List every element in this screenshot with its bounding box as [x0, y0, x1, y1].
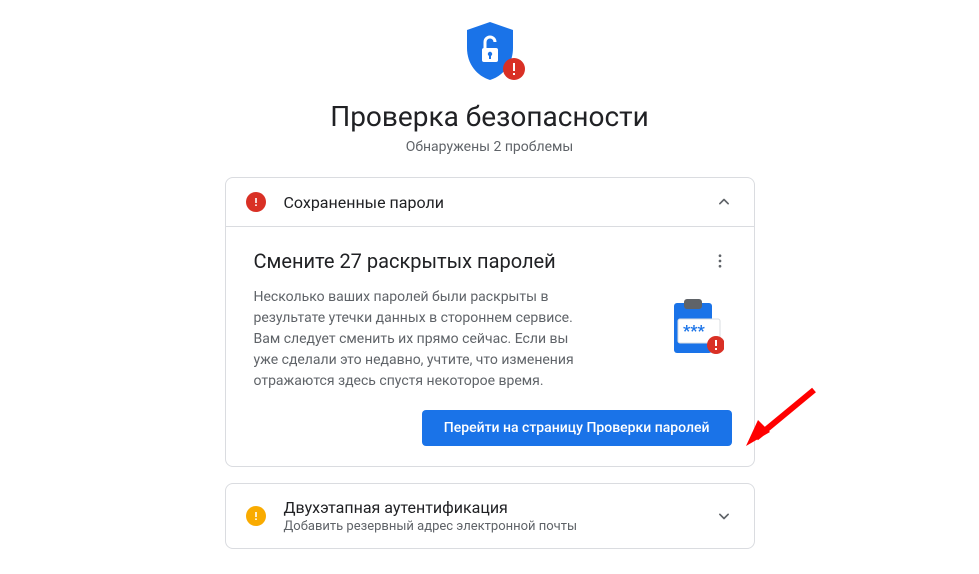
go-to-password-checkup-button[interactable]: Перейти на страницу Проверки паролей — [422, 410, 732, 446]
card-saved-passwords: Сохраненные пароли Смените 27 раскрытых … — [225, 177, 755, 467]
alert-icon — [246, 506, 266, 526]
svg-text:***: *** — [683, 321, 706, 340]
clipboard-password-icon: *** — [668, 299, 724, 361]
more-options-button[interactable] — [708, 249, 732, 273]
card-header-two-step[interactable]: Двухэтапная аутентификация Добавить резе… — [226, 484, 754, 548]
detail-title: Смените 27 раскрытых паролей — [254, 249, 726, 273]
card-two-step-verification: Двухэтапная аутентификация Добавить резе… — [225, 483, 755, 549]
chevron-up-icon — [714, 192, 734, 212]
card-header-saved-passwords[interactable]: Сохраненные пароли — [226, 178, 754, 226]
card-subtitle: Добавить резервный адрес электронной поч… — [284, 519, 714, 534]
detail-body: Несколько ваших паролей были раскрыты в … — [254, 287, 594, 392]
page-subtitle: Обнаружены 2 проблемы — [406, 139, 574, 155]
security-shield-icon — [463, 20, 517, 82]
chevron-down-icon — [714, 506, 734, 526]
card-title: Двухэтапная аутентификация — [284, 498, 714, 517]
page-title: Проверка безопасности — [330, 100, 649, 133]
alert-icon — [246, 192, 266, 212]
card-title: Сохраненные пароли — [284, 193, 714, 212]
